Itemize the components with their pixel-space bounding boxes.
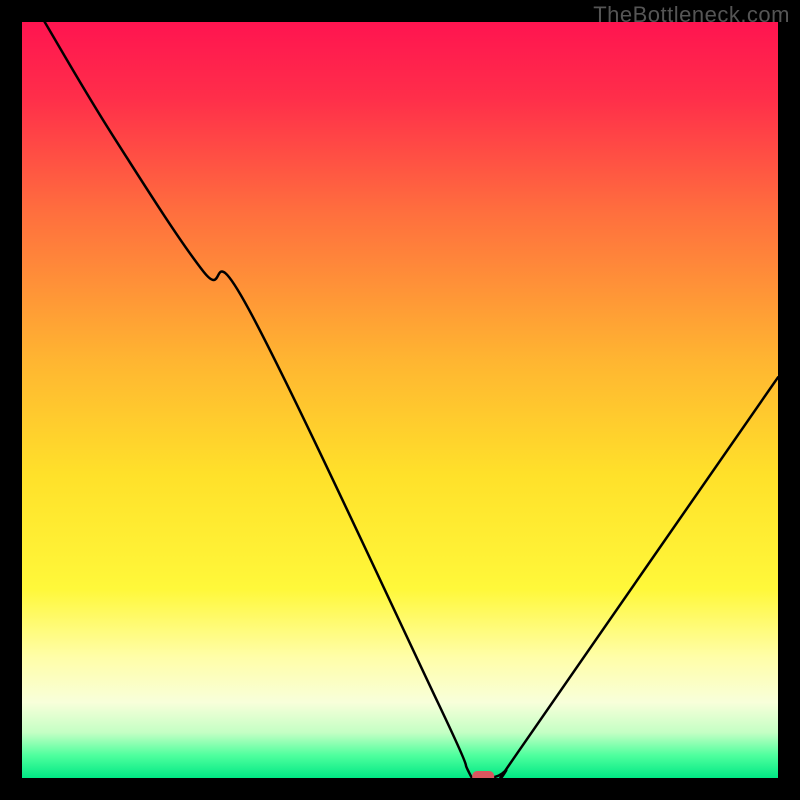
- watermark-text: TheBottleneck.com: [593, 2, 790, 28]
- optimal-marker: [472, 771, 494, 778]
- chart-frame: TheBottleneck.com: [0, 0, 800, 800]
- chart-plot: [22, 22, 778, 778]
- gradient-background: [22, 22, 778, 778]
